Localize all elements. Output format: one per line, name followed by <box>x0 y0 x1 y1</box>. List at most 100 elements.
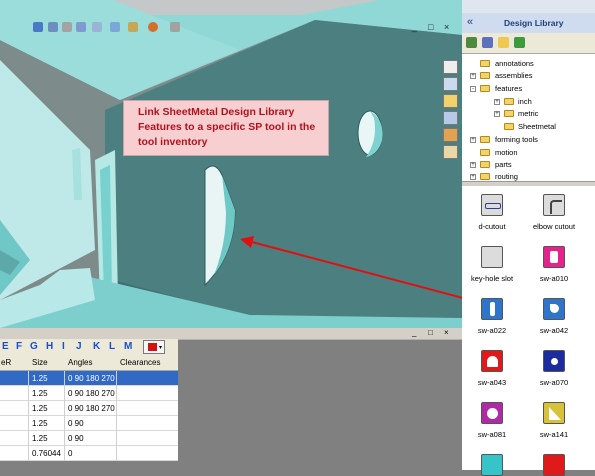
collapse-icon[interactable]: - <box>470 86 476 92</box>
library-folder-tree: annotations + assemblies - features + in… <box>462 53 595 182</box>
table-row[interactable]: 1.25 0 90 180 270 <box>0 371 178 386</box>
design-library-header: « Design Library <box>462 13 595 34</box>
folder-icon <box>480 72 490 79</box>
library-item-sw-a022[interactable]: sw-a022 <box>462 298 522 335</box>
folder-icon <box>480 60 490 67</box>
column-button-i[interactable]: I <box>62 341 65 352</box>
folder-icon <box>504 123 514 130</box>
zoom-to-fit-icon[interactable] <box>33 22 43 32</box>
column-button-k[interactable]: K <box>93 341 100 352</box>
chevron-down-icon: ▾ <box>159 345 163 351</box>
table-header-row: eR Size Angles Clearances <box>0 356 178 371</box>
column-button-h[interactable]: H <box>46 341 53 352</box>
library-item-thumbnail-partial[interactable] <box>481 454 503 476</box>
sw-a043-icon <box>481 350 503 372</box>
table-minimize-button[interactable]: _ <box>412 328 416 337</box>
column-button-e[interactable]: E <box>2 341 9 352</box>
table-row[interactable]: 1.25 0 90 <box>0 416 178 431</box>
add-file-location-icon[interactable] <box>482 37 493 48</box>
cell-size: 1.25 <box>32 434 48 443</box>
graphics-viewport[interactable]: _ □ × Link SheetMetal Design Library Fea… <box>0 0 462 328</box>
design-library-tab-icon[interactable] <box>443 77 458 91</box>
expand-icon[interactable]: + <box>470 162 476 168</box>
column-button-g[interactable]: G <box>30 341 38 352</box>
cell-angles: 0 90 180 270 <box>68 389 115 398</box>
viewport-restore-button[interactable]: □ <box>428 22 433 32</box>
folder-open-icon <box>480 85 490 92</box>
library-item-sw-a042[interactable]: sw-a042 <box>524 298 584 335</box>
hide-show-icon[interactable] <box>128 22 138 32</box>
table-row[interactable]: 1.25 0 90 180 270 <box>0 401 178 416</box>
header-size[interactable]: Size <box>32 358 48 367</box>
custom-properties-tab-icon[interactable] <box>443 145 458 159</box>
library-item-sw-a141[interactable]: sw-a141 <box>524 402 584 439</box>
table-row[interactable]: 1.25 0 90 <box>0 431 178 446</box>
key-hole-slot-icon <box>481 246 503 268</box>
library-item-d-cutout[interactable]: d-cutout <box>462 194 522 231</box>
view-palette-tab-icon[interactable] <box>443 111 458 125</box>
design-library-title: Design Library <box>504 18 564 28</box>
expand-icon[interactable]: + <box>470 137 476 143</box>
expand-icon[interactable]: + <box>470 73 476 79</box>
sw-a081-icon <box>481 402 503 424</box>
folder-icon <box>480 136 490 143</box>
appearances-tab-icon[interactable] <box>443 128 458 142</box>
expand-icon[interactable]: + <box>494 111 500 117</box>
column-button-j[interactable]: J <box>76 341 82 352</box>
solidworks-resources-tab-icon[interactable] <box>443 60 458 74</box>
color-picker-button[interactable]: ▾ <box>143 340 165 354</box>
cell-size: 1.25 <box>32 374 48 383</box>
library-item-sw-a043[interactable]: sw-a043 <box>462 350 522 387</box>
expand-icon[interactable]: + <box>494 99 500 105</box>
collapse-pane-button[interactable]: « <box>467 16 473 28</box>
cell-size: 1.25 <box>32 389 48 398</box>
column-button-f[interactable]: F <box>16 341 22 352</box>
folder-icon <box>480 149 490 156</box>
cell-size: 0.76044 <box>32 449 61 458</box>
task-pane-top <box>462 0 595 13</box>
color-swatch-icon <box>148 343 157 351</box>
create-folder-icon[interactable] <box>498 37 509 48</box>
library-item-elbow-cutout[interactable]: elbow cutout <box>524 194 584 231</box>
design-library-toolbar <box>462 33 595 53</box>
cell-angles: 0 90 <box>68 419 84 428</box>
scene-icon[interactable] <box>170 22 180 32</box>
refresh-icon[interactable] <box>514 37 525 48</box>
file-explorer-tab-icon[interactable] <box>443 94 458 108</box>
table-row[interactable]: 0.76044 0 <box>0 446 178 461</box>
column-button-l[interactable]: L <box>109 341 115 352</box>
section-view-icon[interactable] <box>76 22 86 32</box>
header-er[interactable]: eR <box>1 358 11 367</box>
library-item-key-hole-slot[interactable]: key-hole slot <box>462 246 522 283</box>
viewport-close-button[interactable]: × <box>444 22 449 32</box>
display-style-icon[interactable] <box>110 22 120 32</box>
zoom-area-icon[interactable] <box>48 22 58 32</box>
previous-view-icon[interactable] <box>62 22 72 32</box>
expand-icon[interactable]: + <box>470 174 476 180</box>
d-cutout-icon <box>481 194 503 216</box>
cell-angles: 0 90 180 270 <box>68 374 115 383</box>
table-close-button[interactable]: × <box>444 328 449 337</box>
cell-angles: 0 90 180 270 <box>68 404 115 413</box>
folder-icon <box>504 110 514 117</box>
folder-icon <box>480 173 490 180</box>
library-item-sw-a081[interactable]: sw-a081 <box>462 402 522 439</box>
sw-a070-icon <box>543 350 565 372</box>
library-item-sw-a070[interactable]: sw-a070 <box>524 350 584 387</box>
table-restore-button[interactable]: □ <box>428 328 433 337</box>
appearance-icon[interactable] <box>148 22 158 32</box>
view-orientation-icon[interactable] <box>92 22 102 32</box>
sheetmetal-model <box>0 0 462 328</box>
table-row[interactable]: 1.25 0 90 180 270 <box>0 386 178 401</box>
column-button-m[interactable]: M <box>124 341 132 352</box>
cell-angles: 0 <box>68 449 73 458</box>
header-clearances[interactable]: Clearances <box>120 358 160 367</box>
viewport-minimize-button[interactable]: _ <box>412 22 417 32</box>
library-item-sw-a010[interactable]: sw-a010 <box>524 246 584 283</box>
sw-a042-icon <box>543 298 565 320</box>
sw-a010-icon <box>543 246 565 268</box>
add-to-library-icon[interactable] <box>466 37 477 48</box>
header-angles[interactable]: Angles <box>68 358 92 367</box>
column-toolbar: E F G H I J K L M ▾ <box>0 339 178 356</box>
library-item-thumbnail-partial[interactable] <box>543 454 565 476</box>
